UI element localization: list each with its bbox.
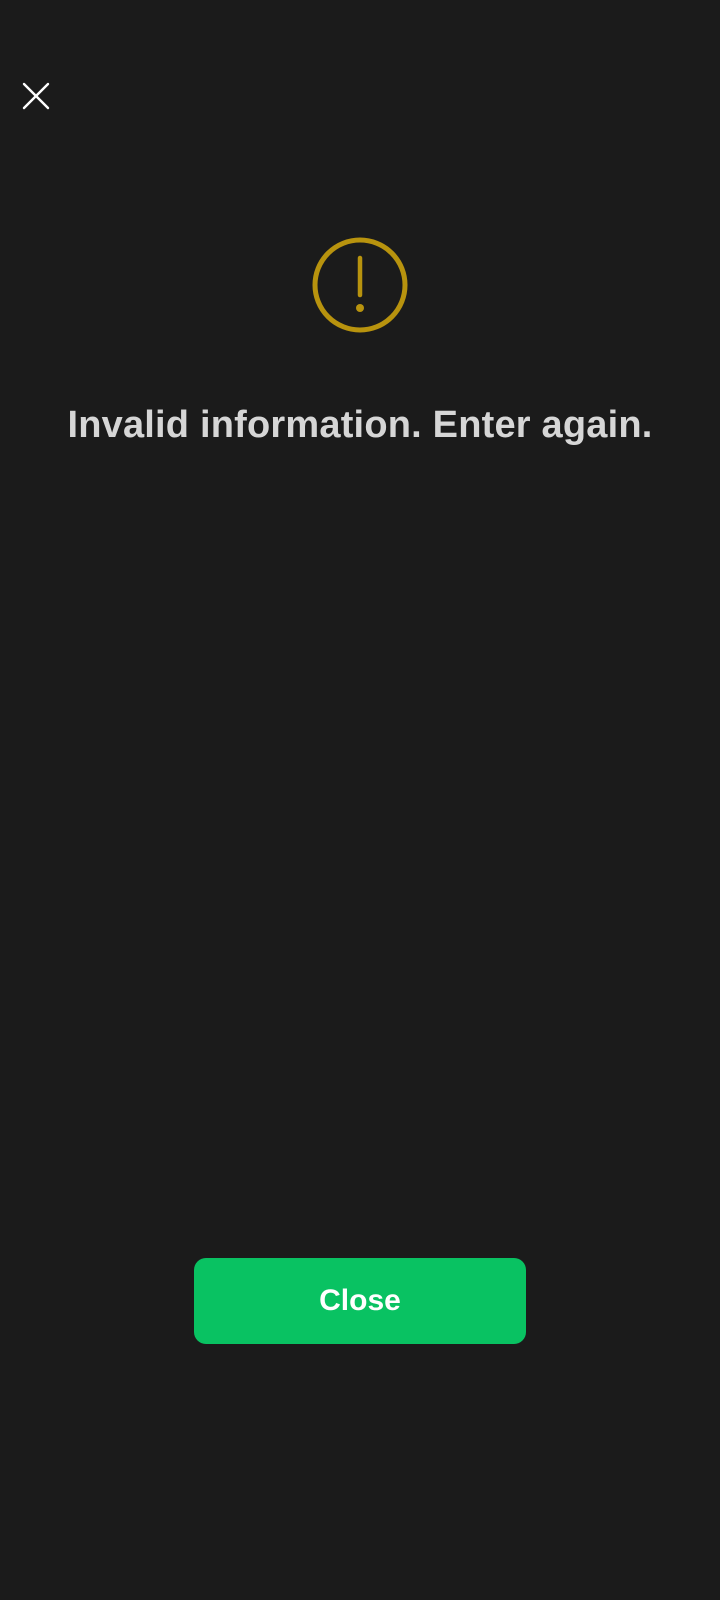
error-screen: Invalid information. Enter again. Close <box>0 0 720 1600</box>
exclamation-circle-icon <box>311 236 409 334</box>
close-icon[interactable] <box>16 76 56 116</box>
close-button-label: Close <box>319 1284 401 1317</box>
error-message: Invalid information. Enter again. <box>67 404 653 446</box>
close-button[interactable]: Close <box>194 1258 526 1344</box>
close-icon-graphic <box>22 82 50 110</box>
